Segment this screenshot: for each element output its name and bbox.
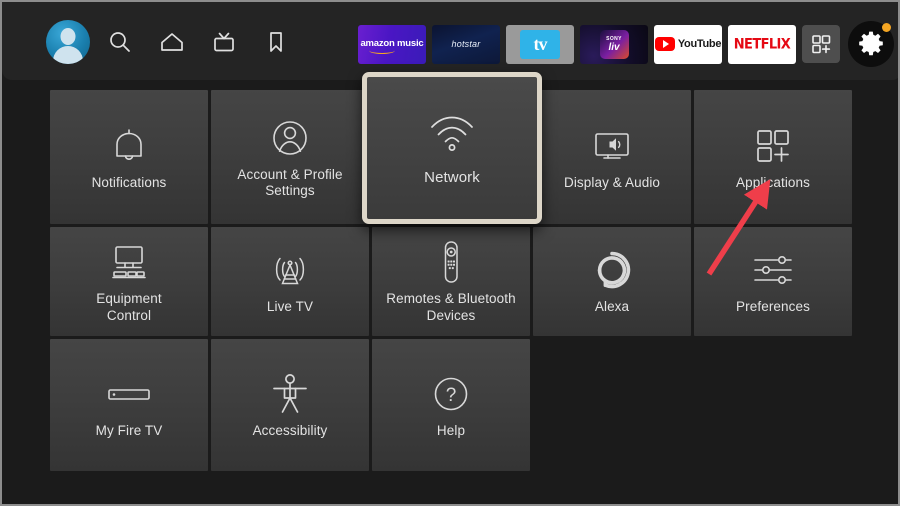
- home-icon[interactable]: [146, 18, 198, 66]
- remote-control-icon: [437, 239, 465, 285]
- top-navigation-bar: amazon music hotstar tv SONY liv YouTube: [2, 2, 898, 80]
- nav-left-group: [42, 18, 302, 66]
- settings-tile-remotes-bluetooth-devices[interactable]: Remotes & Bluetooth Devices: [372, 227, 530, 336]
- app-youtube-label: YouTube: [677, 38, 722, 50]
- settings-tile-my-fire-tv[interactable]: My Fire TV: [50, 339, 208, 471]
- settings-tile-empty-slot: [694, 339, 852, 471]
- app-netflix-label: NETFLIX: [733, 35, 791, 53]
- settings-tile-label: Live TV: [266, 299, 314, 315]
- settings-tile-label: Notifications: [91, 174, 167, 190]
- settings-tile-label: Preferences: [736, 299, 810, 315]
- app-apple-tv[interactable]: tv: [506, 24, 574, 64]
- settings-tile-equipment-control[interactable]: Equipment Control: [50, 227, 208, 336]
- broadcast-tower-icon: [267, 247, 313, 293]
- wifi-icon: [424, 109, 480, 155]
- fire-tv-settings-screen: amazon music hotstar tv SONY liv YouTube: [0, 0, 900, 506]
- settings-row-3: My Fire TV Accessibility ? Help: [50, 339, 852, 471]
- avatar-body: [53, 46, 83, 64]
- tv-speaker-icon: [588, 123, 636, 169]
- settings-tile-label: Remotes & Bluetooth Devices: [386, 291, 516, 323]
- settings-tile-label: Equipment Control: [96, 291, 162, 323]
- fire-tv-stick-icon: [104, 371, 154, 417]
- accessibility-person-icon: [268, 371, 312, 417]
- bell-icon: [108, 123, 150, 169]
- youtube-play-icon: [654, 37, 675, 51]
- settings-tile-label: Help: [436, 422, 466, 438]
- avatar: [46, 20, 90, 64]
- avatar-head: [60, 28, 76, 45]
- search-icon[interactable]: [94, 18, 146, 66]
- app-youtube[interactable]: YouTube: [654, 24, 722, 64]
- app-amazon-music[interactable]: amazon music: [358, 24, 426, 64]
- settings-tile-empty-slot: [533, 339, 691, 471]
- monitor-equipment-icon: [105, 239, 153, 285]
- app-hotstar[interactable]: hotstar: [432, 24, 500, 64]
- app-sony-liv-brand: SONY: [606, 35, 622, 42]
- apps-grid-plus-icon[interactable]: [802, 25, 840, 63]
- settings-tile-label: Accessibility: [252, 422, 328, 438]
- app-apple-tv-label: tv: [533, 34, 548, 54]
- settings-gear-button[interactable]: [848, 21, 894, 67]
- settings-tile-preferences[interactable]: Preferences: [694, 227, 852, 336]
- settings-tile-label: Alexa: [594, 299, 630, 315]
- settings-tile-help[interactable]: ? Help: [372, 339, 530, 471]
- settings-tile-network[interactable]: Network: [362, 72, 542, 224]
- apps-grid-plus-icon: [752, 123, 794, 169]
- settings-notification-badge: [882, 23, 891, 32]
- app-sony-liv[interactable]: SONY liv: [580, 24, 648, 64]
- gear-icon: [859, 31, 883, 56]
- settings-tile-accessibility[interactable]: Accessibility: [211, 339, 369, 471]
- sliders-icon: [749, 247, 797, 293]
- settings-tile-live-tv[interactable]: Live TV: [211, 227, 369, 336]
- amazon-smile-icon: [369, 47, 395, 54]
- app-sony-liv-label: liv: [608, 41, 620, 53]
- settings-tile-label: Display & Audio: [563, 174, 661, 190]
- question-circle-icon: ?: [430, 371, 472, 417]
- settings-tile-label: Network: [424, 168, 480, 186]
- live-tv-icon[interactable]: [198, 18, 250, 66]
- sony-liv-badge: SONY liv: [599, 29, 629, 59]
- alexa-ring-icon: [591, 247, 633, 293]
- settings-tile-label: My Fire TV: [95, 422, 163, 438]
- svg-text:?: ?: [446, 385, 457, 406]
- settings-tile-display-audio[interactable]: Display & Audio: [533, 90, 691, 224]
- settings-row-1: Notifications Account & Profile Settings: [50, 72, 852, 224]
- settings-tile-alexa[interactable]: Alexa: [533, 227, 691, 336]
- settings-tile-applications[interactable]: Applications: [694, 90, 852, 224]
- app-shortcut-strip: amazon music hotstar tv SONY liv YouTube: [358, 21, 894, 67]
- settings-row-2: Equipment Control Live TV Remotes & Blue…: [50, 227, 852, 336]
- settings-grid: Notifications Account & Profile Settings: [50, 72, 852, 474]
- person-circle-icon: [268, 115, 312, 161]
- app-netflix[interactable]: NETFLIX: [728, 24, 796, 64]
- settings-tile-notifications[interactable]: Notifications: [50, 90, 208, 224]
- settings-tile-label: Account & Profile Settings: [237, 166, 343, 198]
- settings-tile-label: Applications: [736, 174, 810, 190]
- apple-tv-badge: tv: [520, 29, 560, 59]
- settings-tile-account-profile-settings[interactable]: Account & Profile Settings: [211, 90, 369, 224]
- bookmark-icon[interactable]: [250, 18, 302, 66]
- app-hotstar-label: hotstar: [451, 39, 481, 49]
- profile-avatar[interactable]: [42, 18, 94, 66]
